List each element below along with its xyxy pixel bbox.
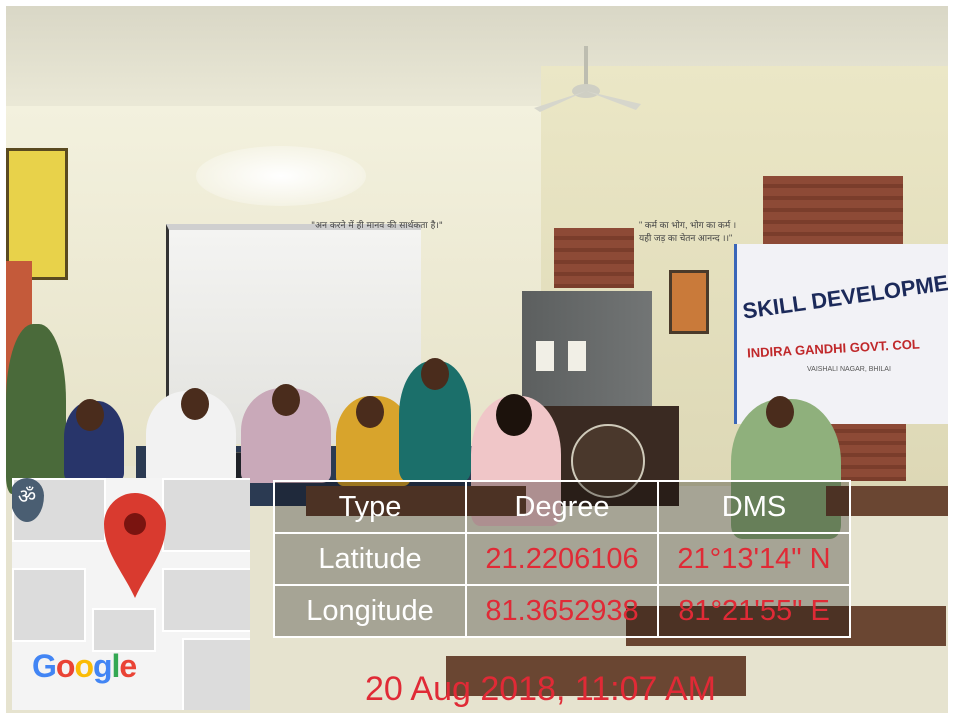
head <box>766 396 794 428</box>
map-block <box>162 568 250 632</box>
google-logo: Google <box>32 648 137 685</box>
head <box>496 394 532 436</box>
map-block <box>92 608 156 652</box>
head <box>272 384 300 416</box>
notice-paper <box>536 341 554 371</box>
head <box>356 396 384 428</box>
head <box>181 388 209 420</box>
logo-letter: G <box>32 648 57 684</box>
capture-timestamp: 20 Aug 2018, 11:07 AM <box>365 670 716 708</box>
notice-paper <box>568 341 586 371</box>
header-dms: DMS <box>657 480 851 534</box>
table-header-row: Type Degree DMS <box>273 480 851 534</box>
banner-title: SKILL DEVELOPMENT O <box>741 263 948 324</box>
map-thumbnail: ॐ Google <box>12 478 250 710</box>
map-block <box>182 638 250 710</box>
window <box>554 228 634 288</box>
header-degree: Degree <box>465 480 659 534</box>
map-block <box>12 568 86 642</box>
map-block <box>162 478 250 552</box>
banner-address: VAISHALI NAGAR, BHILAI <box>807 366 891 373</box>
table-row: Longitude 81.3652938 81°21'55" E <box>273 584 851 638</box>
row-type: Longitude <box>273 584 467 638</box>
row-dms: 81°21'55" E <box>657 584 851 638</box>
head <box>76 399 104 431</box>
tube-light-glow <box>196 146 366 206</box>
logo-letter: o <box>55 648 76 684</box>
row-type: Latitude <box>273 532 467 586</box>
logo-letter: g <box>92 648 113 684</box>
wall-quote-right: " कर्म का भोग, भोग का कर्म । यही जड़ का … <box>639 220 737 243</box>
row-dms: 21°13'14" N <box>657 532 851 586</box>
banner-college: INDIRA GANDHI GOVT. COL <box>746 336 921 361</box>
framed-portrait <box>669 270 709 334</box>
event-banner: SKILL DEVELOPMENT O INDIRA GANDHI GOVT. … <box>734 244 948 424</box>
row-degree: 81.3652938 <box>465 584 659 638</box>
person <box>6 324 66 494</box>
logo-letter: o <box>74 648 94 684</box>
location-pin-icon <box>104 493 166 598</box>
row-degree: 21.2206106 <box>465 532 659 586</box>
ceiling-fan-icon <box>534 46 641 112</box>
head <box>421 358 449 390</box>
table-row: Latitude 21.2206106 21°13'14" N <box>273 532 851 586</box>
wall-quote-left: "अन करने में ही मानव की सार्थकता है।" <box>311 221 443 231</box>
header-type: Type <box>273 480 467 534</box>
logo-letter: e <box>119 648 137 684</box>
gps-coordinates-table: Type Degree DMS Latitude 21.2206106 21°1… <box>273 480 851 638</box>
